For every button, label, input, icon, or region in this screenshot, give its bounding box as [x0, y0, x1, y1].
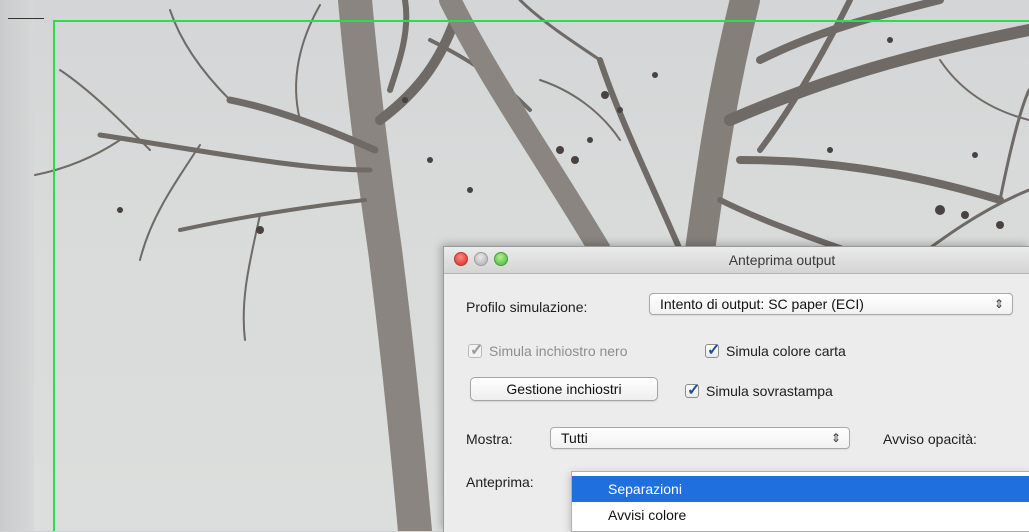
simulate-paper-color-label: Simula colore carta: [726, 343, 846, 359]
show-label: Mostra:: [466, 431, 513, 447]
preview-dropdown-menu: Separazioni Avvisi colore: [571, 471, 1029, 532]
output-preview-dialog: Anteprima output Profilo simulazione: In…: [443, 246, 1029, 532]
show-row: Mostra:: [466, 431, 513, 447]
preview-option-separations[interactable]: Separazioni: [572, 476, 1029, 502]
show-select-value: Tutti: [561, 430, 588, 446]
preview-option-color-warnings[interactable]: Avvisi colore: [572, 502, 1029, 528]
simulate-paper-color-checkbox[interactable]: ✓ Simula colore carta: [705, 342, 846, 359]
select-arrows-icon: ⇕: [993, 297, 1004, 311]
profile-row: Profilo simulazione:: [466, 299, 587, 315]
profile-select[interactable]: Intento di output: SC paper (ECI) ⇕: [649, 293, 1013, 315]
checkbox-box: ✓: [468, 342, 483, 359]
checkbox-box: ✓: [685, 382, 700, 399]
checkmark-icon: ✓: [687, 382, 701, 399]
profile-label: Profilo simulazione:: [466, 299, 588, 315]
opacity-warning-label: Avviso opacità:: [883, 431, 977, 447]
dialog-titlebar[interactable]: Anteprima output: [444, 247, 1029, 274]
select-arrows-icon: ⇕: [830, 431, 841, 445]
preview-row: Anteprima:: [466, 474, 534, 490]
simulate-overprint-label: Simula sovrastampa: [706, 383, 833, 399]
opacity-warning-row: Avviso opacità:: [883, 431, 977, 447]
preview-label: Anteprima:: [466, 474, 534, 490]
checkmark-icon: ✓: [707, 342, 721, 359]
vertical-guide[interactable]: [53, 20, 55, 531]
ink-manager-button[interactable]: Gestione inchiostri: [470, 377, 658, 401]
dialog-title: Anteprima output: [728, 252, 836, 268]
show-select[interactable]: Tutti ⇕: [550, 427, 850, 449]
profile-select-value: Intento di output: SC paper (ECI): [660, 296, 864, 312]
simulate-black-ink-checkbox[interactable]: ✓ Simula inchiostro nero: [468, 342, 628, 359]
simulate-overprint-checkbox[interactable]: ✓ Simula sovrastampa: [685, 382, 833, 399]
ruler-mark: [8, 18, 44, 19]
checkbox-box: ✓: [705, 342, 720, 359]
checkmark-icon: ✓: [470, 342, 484, 359]
simulate-black-ink-label: Simula inchiostro nero: [489, 343, 628, 359]
horizontal-guide[interactable]: [53, 20, 1029, 22]
